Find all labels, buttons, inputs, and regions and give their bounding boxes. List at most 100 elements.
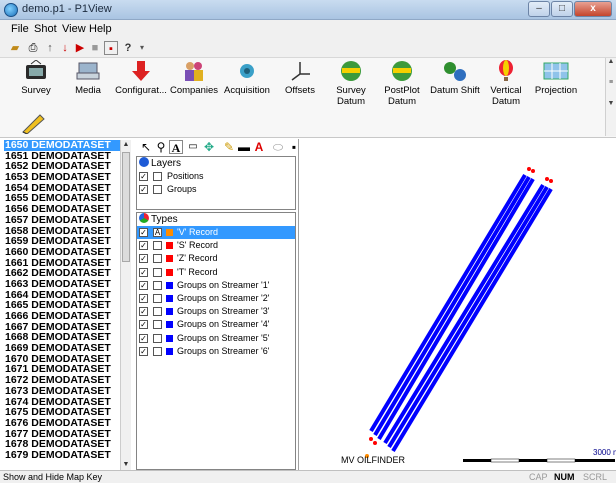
ribbon-label-acquisition: Acquisition	[224, 85, 270, 96]
type-visible-checkbox[interactable]: ✓	[139, 254, 148, 264]
type-checkbox[interactable]	[153, 293, 162, 303]
type-row[interactable]: ✓ Groups on Streamer '4'	[137, 318, 295, 331]
datum-shift-button[interactable]: Datum Shift	[427, 60, 483, 96]
configuration-button[interactable]: Configurat...	[113, 60, 169, 96]
type-label: 'S' Record	[177, 240, 218, 251]
type-visible-checkbox[interactable]: ✓	[139, 333, 148, 343]
dataset-list[interactable]: 1650 DEMODATASET 1651 DEMODATASET 1652 D…	[4, 140, 120, 470]
companies-button[interactable]: Companies	[166, 60, 222, 96]
offsets-icon	[291, 62, 310, 81]
font-color-icon[interactable]: A	[252, 140, 266, 154]
type-color-swatch	[166, 347, 173, 355]
type-visible-checkbox[interactable]: ✓	[139, 267, 148, 277]
types-panel: Types ✓ A 'V' Record ✓ 'S' Record ✓ 'Z' …	[136, 212, 296, 470]
toolbar-overflow-icon[interactable]: ▾	[135, 41, 149, 55]
layer-checkbox[interactable]	[153, 172, 162, 181]
survey-button[interactable]: Survey	[8, 60, 64, 96]
type-visible-checkbox[interactable]: ✓	[139, 228, 148, 237]
eraser-icon[interactable]: ⬭	[271, 140, 285, 154]
arrow-down-icon[interactable]: ↓	[58, 41, 72, 55]
pencil-icon[interactable]: ✎	[222, 140, 236, 154]
type-visible-checkbox[interactable]: ✓	[139, 293, 148, 303]
layer-visible-checkbox[interactable]: ✓	[139, 185, 148, 195]
dataset-item[interactable]: 1660 DEMODATASET	[4, 247, 120, 258]
type-row[interactable]: ✓ Groups on Streamer '3'	[137, 305, 295, 318]
type-checkbox[interactable]	[153, 241, 162, 251]
map-toolbar: ↖ ⚲ A ▭ ✥ ✎ ▬ A ⬭ ▪	[137, 140, 297, 155]
minimize-button[interactable]: –	[528, 1, 550, 17]
dataset-item[interactable]: 1676 DEMODATASET	[4, 418, 120, 429]
type-row[interactable]: ✓ Groups on Streamer '2'	[137, 292, 295, 305]
layer-visible-checkbox[interactable]: ✓	[139, 172, 148, 181]
scroll-up-icon[interactable]: ▲	[121, 140, 131, 150]
dataset-list-scrollbar[interactable]: ▲ ▼	[120, 140, 131, 470]
vertical-datum-button[interactable]: Vertical Datum	[478, 60, 534, 107]
status-bar: Show and Hide Map Key CAP NUM SCRL	[0, 470, 616, 483]
type-checkbox[interactable]	[153, 320, 162, 330]
record-icon[interactable]: ▪	[104, 41, 118, 55]
survey-datum-button[interactable]: Survey Datum	[323, 60, 379, 107]
type-checkbox[interactable]	[153, 333, 162, 343]
dataset-item[interactable]: 1673 DEMODATASET	[4, 385, 120, 397]
ribbon-extra-button[interactable]	[18, 112, 48, 137]
pan-icon[interactable]: ✥	[202, 140, 216, 154]
measure-icon[interactable]: ▭	[186, 140, 200, 154]
projection-button[interactable]: Projection	[528, 60, 584, 96]
offsets-button[interactable]: Offsets	[272, 60, 328, 96]
type-visible-checkbox[interactable]: ✓	[139, 320, 148, 330]
tail-marker	[531, 169, 535, 173]
acquisition-button[interactable]: Acquisition	[219, 60, 275, 96]
postplot-datum-button[interactable]: PostPlot Datum	[374, 60, 430, 107]
type-checkbox[interactable]	[153, 307, 162, 317]
type-visible-checkbox[interactable]: ✓	[139, 241, 148, 251]
cap-indicator: CAP	[529, 472, 548, 482]
map-canvas[interactable]: MV OILFINDER 3000 m	[299, 139, 616, 470]
layer-checkbox[interactable]	[153, 185, 162, 195]
maximize-button[interactable]: □	[551, 1, 573, 17]
menu-shot[interactable]: Shot	[34, 23, 57, 35]
ribbon-label-media: Media	[75, 85, 101, 96]
open-folder-icon[interactable]: ▰	[8, 41, 22, 55]
ribbon-scrollbar[interactable]: ▲ ≡ ▼	[605, 58, 616, 136]
label-tool-icon[interactable]: ▬	[237, 140, 251, 154]
menu-help[interactable]: Help	[89, 23, 112, 35]
types-header: Types	[137, 213, 295, 226]
dataset-item[interactable]: 1657 DEMODATASET	[4, 214, 120, 226]
type-checkbox[interactable]	[153, 267, 162, 277]
text-tool-icon[interactable]: A	[169, 140, 183, 155]
menu-view[interactable]: View	[62, 23, 86, 35]
layer-row-groups[interactable]: ✓ Groups	[137, 183, 295, 196]
dataset-item[interactable]: 1679 DEMODATASET	[4, 450, 120, 461]
media-button[interactable]: Media	[60, 60, 116, 96]
type-row[interactable]: ✓ Groups on Streamer '6'	[137, 345, 295, 358]
type-checkbox[interactable]	[153, 254, 162, 264]
type-row[interactable]: ✓ Groups on Streamer '5'	[137, 332, 295, 345]
type-row[interactable]: ✓ 'Z' Record	[137, 252, 295, 265]
type-visible-checkbox[interactable]: ✓	[139, 280, 148, 290]
select-arrow-icon[interactable]: ↖	[139, 140, 153, 154]
type-row[interactable]: ✓ 'T' Record	[137, 266, 295, 279]
help-icon[interactable]: ?	[121, 41, 135, 55]
type-color-swatch	[166, 334, 173, 342]
zoom-icon[interactable]: ⚲	[154, 140, 168, 154]
type-checkbox[interactable]	[153, 346, 162, 356]
menu-file[interactable]: File	[11, 23, 29, 35]
close-button[interactable]: x	[574, 1, 612, 17]
type-checkbox[interactable]: A	[153, 228, 162, 237]
scroll-thumb[interactable]	[122, 152, 130, 262]
companies-icon	[185, 62, 203, 81]
type-visible-checkbox[interactable]: ✓	[139, 346, 148, 356]
print-icon[interactable]: ⎙	[26, 41, 40, 55]
scroll-down-icon[interactable]: ▼	[121, 460, 131, 470]
type-row[interactable]: ✓ 'S' Record	[137, 239, 295, 252]
map-view[interactable]: MV OILFINDER 3000 m	[298, 139, 616, 470]
play-icon[interactable]: ▶	[73, 41, 87, 55]
type-visible-checkbox[interactable]: ✓	[139, 307, 148, 317]
arrow-up-icon[interactable]: ↑	[43, 41, 57, 55]
scrl-indicator: SCRL	[583, 472, 608, 482]
type-row[interactable]: ✓ A 'V' Record	[137, 226, 295, 240]
type-row[interactable]: ✓ Groups on Streamer '1'	[137, 279, 295, 292]
type-checkbox[interactable]	[153, 280, 162, 290]
layer-row-positions[interactable]: ✓ Positions	[137, 170, 295, 183]
stop-icon[interactable]: ■	[88, 41, 102, 55]
